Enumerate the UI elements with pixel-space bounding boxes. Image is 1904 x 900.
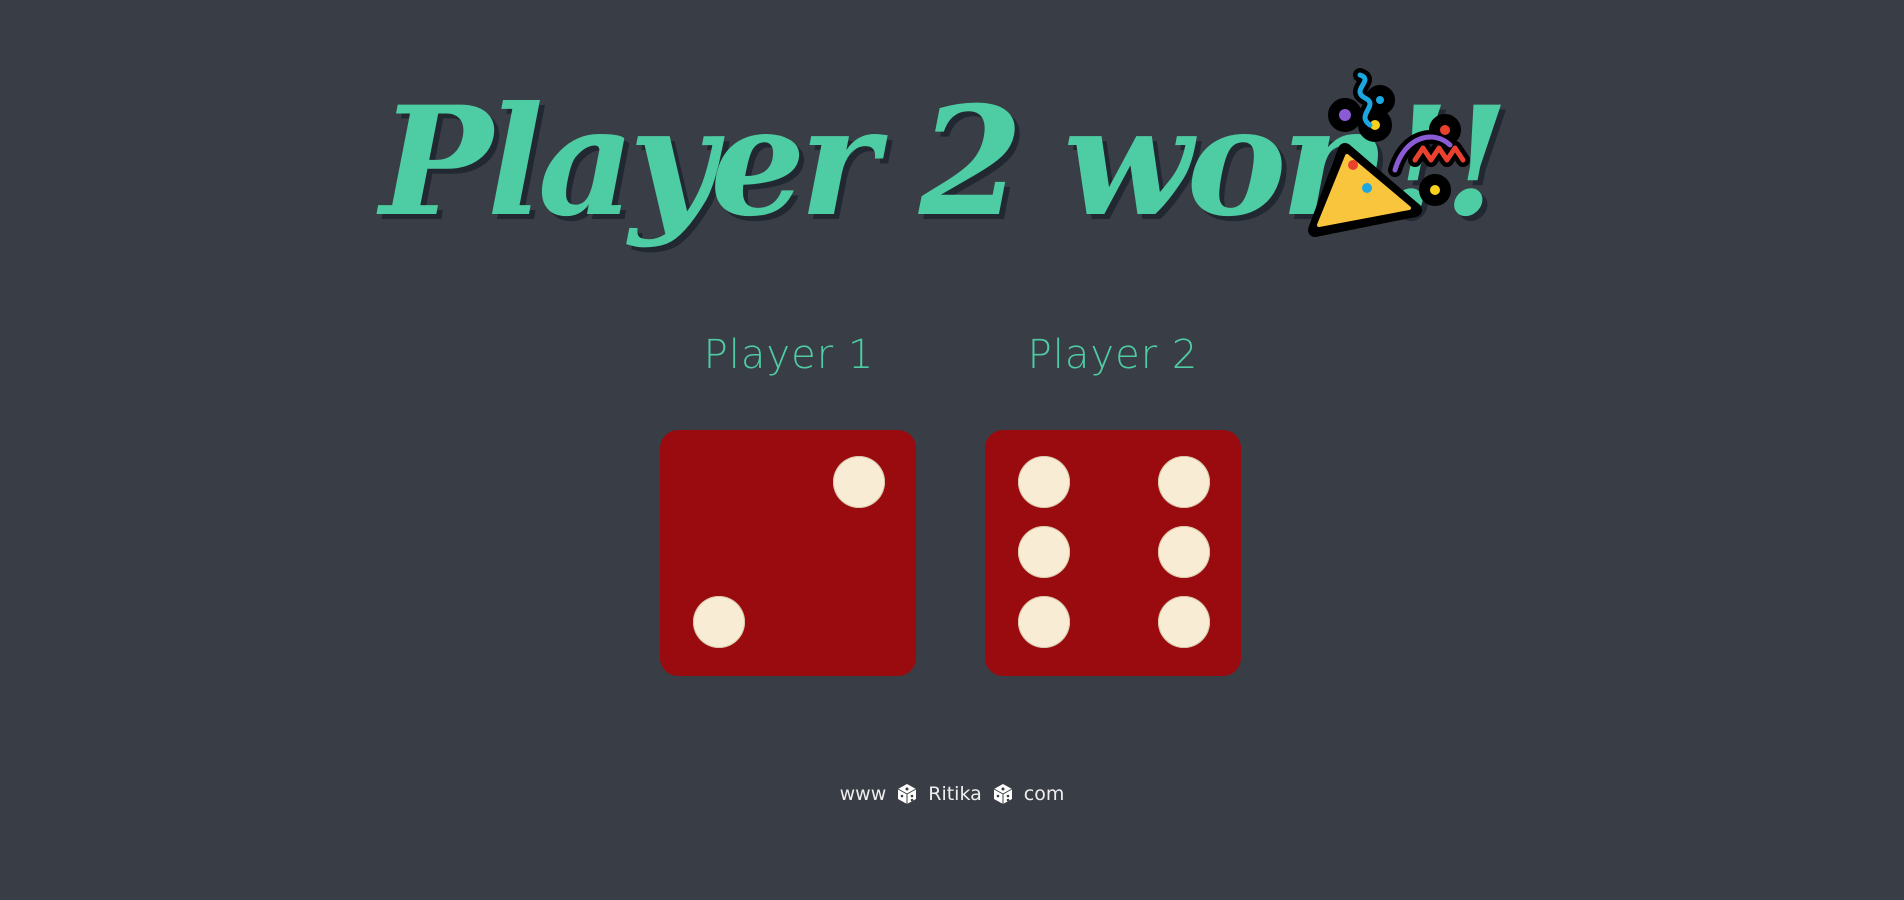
player-2-die [985, 430, 1241, 676]
party-popper-icon [1308, 68, 1470, 237]
player-1-label: Player 1 [703, 332, 875, 378]
die-pip [1018, 526, 1070, 578]
footer-name: Ritika [928, 783, 982, 805]
die-pip [1158, 526, 1210, 578]
player-1-die [660, 430, 916, 676]
die-pip [1018, 456, 1070, 508]
player-2-panel: Player 2 [983, 325, 1243, 385]
dice-icon [898, 784, 917, 804]
player-2-label: Player 2 [1027, 332, 1199, 378]
die-pip [1018, 596, 1070, 648]
dice-icon [993, 784, 1013, 804]
die-pip [693, 596, 745, 648]
die-pip [1158, 456, 1210, 508]
die-pip [1158, 596, 1210, 648]
footer-suffix: com [1023, 783, 1065, 805]
footer-prefix: www [839, 783, 887, 805]
player-1-panel: Player 1 [659, 325, 919, 385]
footer: www Ritika com [0, 783, 1904, 805]
die-pip [833, 456, 885, 508]
